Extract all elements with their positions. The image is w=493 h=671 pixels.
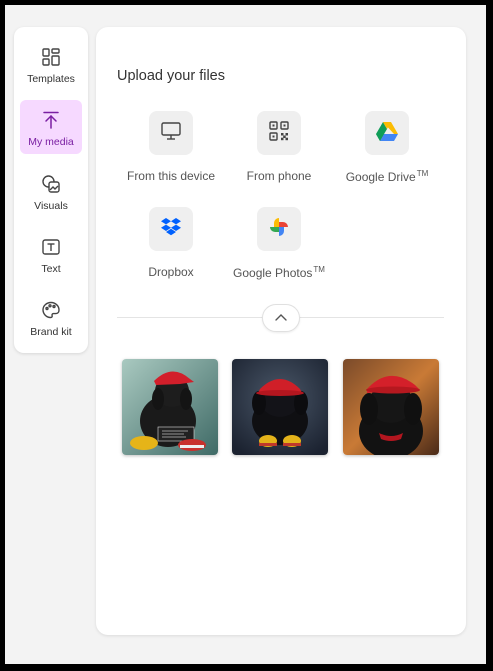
my-media-panel: Upload your files From this device From … — [96, 27, 466, 635]
rail-item-label: My media — [28, 136, 74, 148]
visuals-icon — [41, 173, 61, 195]
source-google-photos[interactable]: Google PhotosTM — [224, 207, 334, 287]
media-thumbnail[interactable] — [343, 359, 439, 455]
dropbox-icon — [160, 217, 182, 242]
source-label: From phone — [246, 169, 312, 183]
palette-icon — [41, 299, 61, 321]
templates-icon — [41, 46, 61, 68]
source-label: From this device — [126, 169, 216, 183]
source-from-this-device[interactable]: From this device — [116, 111, 226, 191]
side-rail: Templates My media Visuals Text Brand ki… — [14, 27, 88, 353]
qr-code-icon — [268, 120, 290, 147]
google-photos-icon — [268, 216, 290, 243]
rail-item-label: Templates — [27, 73, 75, 85]
collapse-button[interactable] — [262, 304, 300, 332]
rail-item-label: Brand kit — [30, 326, 72, 338]
source-google-drive[interactable]: Google DriveTM — [332, 111, 442, 191]
text-icon — [41, 236, 61, 258]
source-tile — [149, 111, 193, 155]
rail-item-my-media[interactable]: My media — [20, 100, 82, 154]
source-tile — [365, 111, 409, 155]
source-tile — [257, 207, 301, 251]
source-tile — [149, 207, 193, 251]
rail-item-label: Text — [41, 263, 61, 275]
rail-item-text[interactable]: Text — [20, 227, 82, 281]
source-from-phone[interactable]: From phone — [224, 111, 334, 191]
source-tile — [257, 111, 301, 155]
monitor-icon — [160, 120, 182, 147]
rail-item-brand-kit[interactable]: Brand kit — [20, 290, 82, 344]
chevron-up-icon — [274, 309, 288, 327]
app-frame: Templates My media Visuals Text Brand ki… — [5, 5, 486, 664]
media-thumbnail[interactable] — [232, 359, 328, 455]
media-thumbnail[interactable] — [122, 359, 218, 455]
panel-title: Upload your files — [117, 68, 225, 84]
rail-item-visuals[interactable]: Visuals — [20, 164, 82, 218]
google-drive-icon — [375, 120, 399, 147]
source-label: Google DriveTM — [345, 169, 429, 184]
rail-item-templates[interactable]: Templates — [20, 37, 82, 91]
upload-icon — [41, 109, 61, 131]
rail-item-label: Visuals — [34, 200, 68, 212]
source-dropbox[interactable]: Dropbox — [116, 207, 226, 287]
source-label: Google PhotosTM — [233, 265, 325, 280]
source-label: Dropbox — [148, 265, 194, 279]
